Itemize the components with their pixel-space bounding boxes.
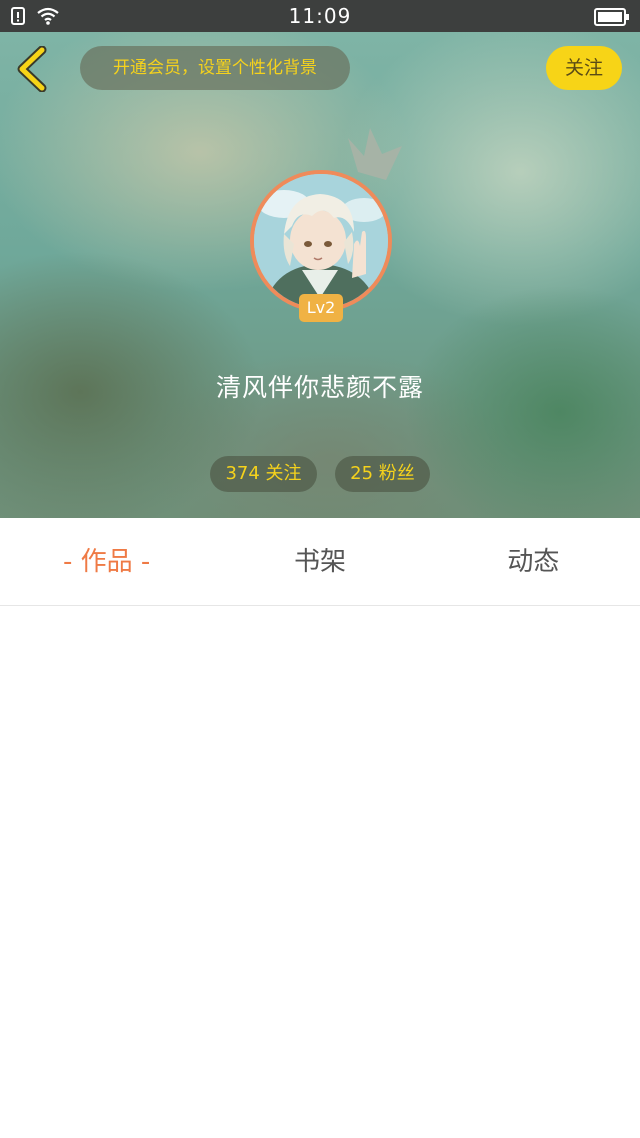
follow-button[interactable]: 关注	[546, 46, 622, 90]
back-arrow-icon	[17, 45, 47, 93]
username: 清风伴你悲颜不露	[215, 373, 424, 402]
status-bar: 11:09	[0, 0, 640, 32]
fans-count-button[interactable]: 25 粉丝	[335, 456, 430, 492]
profile-tabs: - 作品 - 书架 动态	[0, 518, 640, 606]
vip-background-prompt[interactable]: 开通会员，设置个性化背景	[80, 46, 350, 90]
tab-works[interactable]: - 作品 -	[0, 518, 213, 605]
back-button[interactable]	[14, 45, 54, 93]
tab-bookshelf[interactable]: 书架	[213, 518, 426, 605]
profile-header: 开通会员，设置个性化背景 关注 Lv2 清风伴你悲颜不露 374 关注 25 粉…	[0, 32, 640, 518]
avatar[interactable]	[250, 170, 392, 312]
battery-icon	[594, 8, 630, 30]
tab-content-area	[0, 607, 640, 1138]
clock: 11:09	[288, 4, 352, 28]
tab-activity[interactable]: 动态	[427, 518, 640, 605]
level-badge: Lv2	[299, 294, 343, 322]
following-count-button[interactable]: 374 关注	[210, 456, 317, 492]
